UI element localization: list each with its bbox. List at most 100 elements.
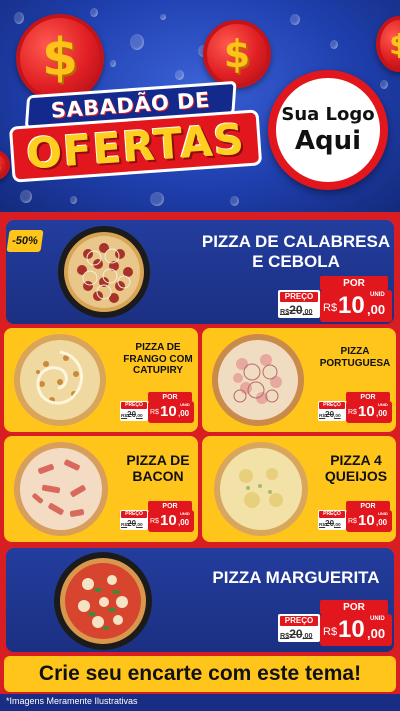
- pizza-marguerita-image: [54, 552, 152, 650]
- pizza-marguerita-svg: [60, 558, 146, 644]
- pizza-frango-svg: [14, 334, 106, 426]
- water-drop: [380, 80, 388, 89]
- product-name: PIZZA DE FRANGO COM CATUPIRY: [118, 342, 198, 377]
- pizza-portuguesa-svg: [212, 334, 304, 426]
- product-name-line: PIZZA DE: [126, 452, 190, 468]
- header-banner: $ $ $ $ SABADÃO DE OFERTAS Sua Logo Aqui: [0, 0, 400, 215]
- preco-label: PREÇO: [319, 402, 345, 409]
- logo-line1: Sua Logo: [281, 104, 375, 125]
- new-price-dec: ,00: [376, 518, 388, 527]
- coin-icon: $: [16, 14, 104, 102]
- product-name: PIZZA DE CALABRESA E CEBOLA: [196, 232, 396, 271]
- old-price: R$20,00: [319, 519, 341, 528]
- product-name: PIZZA 4 QUEIJOS: [316, 452, 396, 484]
- water-drop: [14, 12, 24, 24]
- title-main-text: OFERTAS: [24, 113, 247, 179]
- old-price-box: PREÇO R$20,00: [120, 401, 148, 421]
- new-price-unit: UNID: [180, 511, 190, 516]
- pizza-portuguesa-image: [210, 332, 306, 428]
- product-name: PIZZA DE BACON: [118, 452, 198, 484]
- preco-label: PREÇO: [319, 511, 345, 518]
- new-price-dec: ,00: [178, 409, 190, 418]
- product-name-line: PORTUGUESA: [319, 357, 391, 369]
- old-price: R$20,00: [280, 303, 313, 317]
- product-name-line: FRANGO COM: [123, 353, 193, 365]
- product-name-line: CATUPIRY: [133, 365, 183, 376]
- new-price-int: 10: [338, 616, 365, 643]
- new-price-box: R$ 10 ,00 UNID: [320, 290, 392, 322]
- water-drop: [130, 34, 144, 50]
- new-price-unit: UNID: [370, 616, 385, 622]
- product-name-line: PIZZA: [340, 346, 370, 357]
- product-name: PIZZA PORTUGUESA: [314, 346, 396, 369]
- new-price-box: R$ 10 ,00 UNID: [346, 401, 392, 423]
- new-price-dec: ,00: [178, 518, 190, 527]
- water-drop: [330, 40, 338, 49]
- new-price-int: 10: [358, 512, 375, 529]
- new-price-currency: R$: [150, 409, 159, 416]
- pizza-4queijos-image: [212, 440, 310, 538]
- new-price-box: R$ 10 ,00 UNID: [346, 510, 392, 532]
- product-name-line: PIZZA DE CALABRESA: [201, 232, 391, 251]
- new-price-currency: R$: [348, 409, 357, 416]
- preco-label: PREÇO: [121, 511, 147, 518]
- new-price-unit: UNID: [180, 402, 190, 407]
- por-tag: POR: [320, 600, 388, 614]
- pizza-bacon-svg: [14, 442, 108, 536]
- cta-banner[interactable]: Crie seu encarte com este tema!: [4, 656, 396, 692]
- new-price-int: 10: [160, 512, 177, 529]
- new-price-currency: R$: [323, 626, 338, 638]
- new-price-unit: UNID: [378, 511, 388, 516]
- new-price-box: R$ 10 ,00 UNID: [148, 401, 194, 423]
- new-price-box: R$ 10 ,00 UNID: [148, 510, 194, 532]
- new-price-dec: ,00: [376, 409, 388, 418]
- new-price-dec: ,00: [367, 626, 386, 641]
- water-drop: [110, 60, 116, 67]
- new-price-int: 10: [358, 403, 375, 420]
- new-price-currency: R$: [348, 518, 357, 525]
- offer-title: SABADÃO DE OFERTAS: [7, 79, 263, 196]
- pizza-4queijos-svg: [214, 442, 308, 536]
- coin-icon: $: [0, 150, 10, 180]
- preco-label: PREÇO: [280, 292, 318, 302]
- new-price-int: 10: [338, 292, 365, 319]
- product-name-line: PIZZA MARGUERITA: [212, 568, 380, 587]
- water-drop: [150, 192, 164, 206]
- product-name-line: PIZZA 4: [330, 452, 382, 468]
- coin-icon: $: [376, 16, 400, 72]
- water-drop: [160, 14, 166, 20]
- water-drop: [90, 8, 98, 17]
- old-price: R$20,00: [121, 519, 143, 528]
- product-name-line: PIZZA DE: [135, 342, 181, 353]
- pizza-frango-image: [12, 332, 108, 428]
- discount-badge: -50%: [6, 230, 44, 252]
- water-drop: [230, 196, 239, 206]
- logo-line2: Aqui: [294, 126, 362, 156]
- new-price-unit: UNID: [370, 292, 385, 298]
- cta-text: Crie seu encarte com este tema!: [38, 662, 362, 685]
- water-drop: [70, 196, 77, 204]
- pizza-bacon-image: [12, 440, 110, 538]
- product-name-line: BACON: [132, 468, 184, 485]
- por-tag: POR: [320, 276, 388, 290]
- logo-placeholder: Sua Logo Aqui: [268, 70, 388, 190]
- old-price: R$20,00: [121, 410, 143, 419]
- old-price-box: PREÇO R$20,00: [278, 614, 320, 642]
- new-price-currency: R$: [323, 302, 338, 314]
- product-name-line: QUEIJOS: [324, 468, 388, 485]
- footer-disclaimer: *Imagens Meramente Ilustrativas: [6, 696, 138, 706]
- new-price-dec: ,00: [367, 302, 386, 317]
- new-price-box: R$ 10 ,00 UNID: [320, 614, 392, 646]
- product-name-line: E CEBOLA: [252, 251, 340, 271]
- preco-label: PREÇO: [280, 616, 318, 626]
- old-price-box: PREÇO R$20,00: [278, 290, 320, 318]
- pizza-calabresa-svg: [64, 232, 144, 312]
- old-price-box: PREÇO R$20,00: [318, 510, 346, 530]
- pizza-calabresa-image: [58, 226, 150, 318]
- old-price-box: PREÇO R$20,00: [318, 401, 346, 421]
- coin-icon: $: [203, 20, 271, 88]
- old-price: R$20,00: [280, 627, 313, 641]
- new-price-currency: R$: [150, 518, 159, 525]
- preco-label: PREÇO: [121, 402, 147, 409]
- new-price-unit: UNID: [378, 402, 388, 407]
